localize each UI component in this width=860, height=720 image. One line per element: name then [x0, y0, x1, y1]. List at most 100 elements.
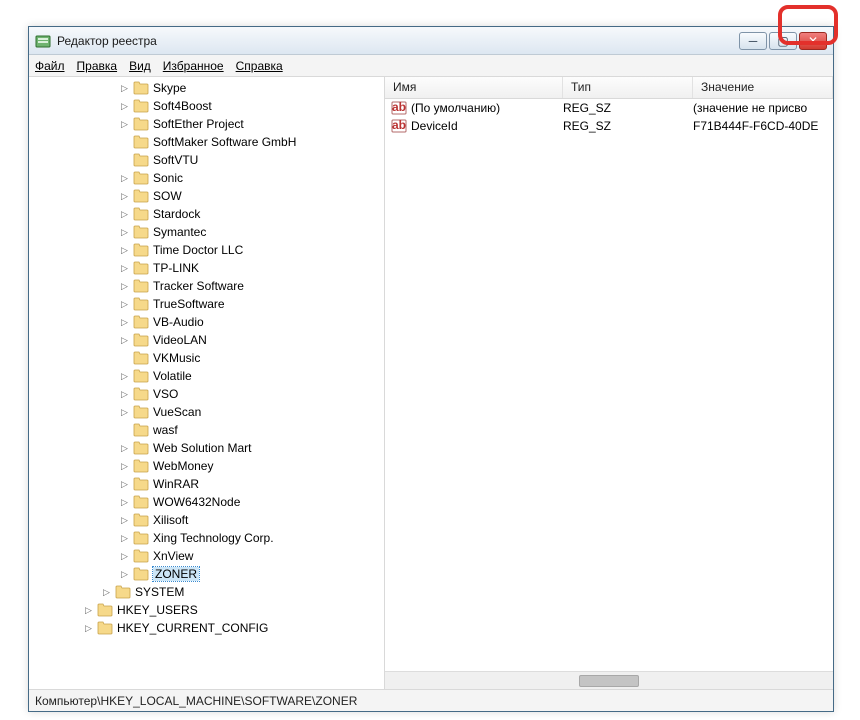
tree-item[interactable]: ▷Soft4Boost: [29, 97, 384, 115]
expander-icon[interactable]: ▷: [119, 335, 130, 346]
tree-item[interactable]: ▷ VideoLAN: [29, 331, 384, 349]
tree-item[interactable]: ▷SoftEther Project: [29, 115, 384, 133]
registry-tree[interactable]: ▷Skype▷Soft4Boost▷SoftEther ProjectSoftM…: [29, 77, 385, 689]
tree-item[interactable]: ▷VB-Audio: [29, 313, 384, 331]
expander-icon: [119, 425, 130, 436]
expander-icon[interactable]: ▷: [119, 461, 130, 472]
folder-icon: [133, 369, 149, 383]
expander-icon[interactable]: ▷: [119, 407, 130, 418]
tree-item[interactable]: SoftVTU: [29, 151, 384, 169]
value-type: REG_SZ: [563, 119, 693, 133]
expander-icon[interactable]: ▷: [119, 299, 130, 310]
tree-item[interactable]: ▷ Symantec: [29, 223, 384, 241]
folder-icon: [133, 153, 149, 167]
close-button[interactable]: ✕: [799, 32, 827, 50]
folder-icon: [133, 441, 149, 455]
expander-icon[interactable]: ▷: [101, 587, 112, 598]
tree-item[interactable]: ▷ SOW: [29, 187, 384, 205]
tree-item[interactable]: ▷Xilisoft: [29, 511, 384, 529]
tree-item-label: Volatile: [153, 369, 192, 383]
menu-favorites[interactable]: Избранное: [163, 59, 224, 73]
expander-icon[interactable]: ▷: [119, 551, 130, 562]
expander-icon[interactable]: ▷: [119, 209, 130, 220]
tree-item[interactable]: ▷ZONER: [29, 565, 384, 583]
menu-file[interactable]: Файл: [35, 59, 65, 73]
tree-item[interactable]: ▷VSO: [29, 385, 384, 403]
tree-item-label: Sonic: [153, 171, 183, 185]
col-type[interactable]: Тип: [563, 77, 693, 98]
tree-item[interactable]: wasf: [29, 421, 384, 439]
expander-icon[interactable]: ▷: [119, 389, 130, 400]
maximize-button[interactable]: ▢: [769, 32, 797, 50]
folder-icon: [133, 117, 149, 131]
tree-item[interactable]: VKMusic: [29, 349, 384, 367]
tree-item[interactable]: ▷HKEY_CURRENT_CONFIG: [29, 619, 384, 637]
tree-item-label: WOW6432Node: [153, 495, 240, 509]
horizontal-scrollbar[interactable]: [385, 671, 833, 689]
folder-icon: [133, 171, 149, 185]
tree-item[interactable]: ▷ Volatile: [29, 367, 384, 385]
folder-icon: [97, 621, 113, 635]
tree-item[interactable]: ▷XnView: [29, 547, 384, 565]
tree-item[interactable]: ▷ Sonic: [29, 169, 384, 187]
expander-icon[interactable]: ▷: [119, 119, 130, 130]
expander-icon[interactable]: ▷: [119, 479, 130, 490]
expander-icon[interactable]: ▷: [119, 569, 130, 580]
value-list[interactable]: ab(По умолчанию)REG_SZ(значение не присв…: [385, 99, 833, 671]
expander-icon[interactable]: ▷: [83, 623, 94, 634]
tree-item[interactable]: ▷ Web Solution Mart: [29, 439, 384, 457]
tree-item[interactable]: SoftMaker Software GmbH: [29, 133, 384, 151]
scrollbar-thumb[interactable]: [579, 675, 639, 687]
expander-icon[interactable]: ▷: [119, 371, 130, 382]
tree-item-label: Web Solution Mart: [153, 441, 252, 455]
tree-item[interactable]: ▷HKEY_USERS: [29, 601, 384, 619]
tree-item[interactable]: ▷Skype: [29, 79, 384, 97]
tree-item-label: Stardock: [153, 207, 200, 221]
tree-item[interactable]: ▷ Time Doctor LLC: [29, 241, 384, 259]
expander-icon[interactable]: ▷: [119, 83, 130, 94]
expander-icon[interactable]: ▷: [119, 101, 130, 112]
folder-icon: [133, 549, 149, 563]
tree-item[interactable]: ▷ WOW6432Node: [29, 493, 384, 511]
expander-icon[interactable]: ▷: [119, 191, 130, 202]
expander-icon[interactable]: ▷: [119, 173, 130, 184]
value-list-pane: Имя Тип Значение ab(По умолчанию)REG_SZ(…: [385, 77, 833, 689]
tree-item[interactable]: ▷TP-LINK: [29, 259, 384, 277]
tree-item[interactable]: ▷ VueScan: [29, 403, 384, 421]
menu-edit[interactable]: Правка: [77, 59, 118, 73]
col-value[interactable]: Значение: [693, 77, 833, 98]
tree-item[interactable]: ▷ Stardock: [29, 205, 384, 223]
value-row[interactable]: abDeviceIdREG_SZF71B444F-F6CD-40DE: [385, 117, 833, 135]
expander-icon[interactable]: ▷: [83, 605, 94, 616]
tree-item-label: SOW: [153, 189, 182, 203]
tree-item[interactable]: ▷WebMoney: [29, 457, 384, 475]
tree-item-label: VueScan: [153, 405, 201, 419]
folder-icon: [133, 405, 149, 419]
status-path: Компьютер\HKEY_LOCAL_MACHINE\SOFTWARE\ZO…: [35, 694, 357, 708]
expander-icon[interactable]: ▷: [119, 443, 130, 454]
tree-item[interactable]: ▷SYSTEM: [29, 583, 384, 601]
expander-icon[interactable]: ▷: [119, 245, 130, 256]
tree-item[interactable]: ▷Xing Technology Corp.: [29, 529, 384, 547]
expander-icon[interactable]: ▷: [119, 515, 130, 526]
tree-item[interactable]: ▷WinRAR: [29, 475, 384, 493]
value-row[interactable]: ab(По умолчанию)REG_SZ(значение не присв…: [385, 99, 833, 117]
expander-icon[interactable]: ▷: [119, 497, 130, 508]
titlebar[interactable]: Редактор реестра ─ ▢ ✕: [29, 27, 833, 55]
tree-item[interactable]: ▷TrueSoftware: [29, 295, 384, 313]
tree-item-label: Time Doctor LLC: [153, 243, 243, 257]
expander-icon[interactable]: ▷: [119, 533, 130, 544]
menu-help[interactable]: Справка: [236, 59, 283, 73]
minimize-button[interactable]: ─: [739, 32, 767, 50]
expander-icon[interactable]: ▷: [119, 227, 130, 238]
menu-view[interactable]: Вид: [129, 59, 151, 73]
value-type: REG_SZ: [563, 101, 693, 115]
tree-item[interactable]: ▷Tracker Software: [29, 277, 384, 295]
tree-item-label: VideoLAN: [153, 333, 207, 347]
col-name[interactable]: Имя: [385, 77, 563, 98]
expander-icon[interactable]: ▷: [119, 281, 130, 292]
tree-item-label: Symantec: [153, 225, 206, 239]
expander-icon[interactable]: ▷: [119, 317, 130, 328]
expander-icon[interactable]: ▷: [119, 263, 130, 274]
window-controls: ─ ▢ ✕: [739, 32, 827, 50]
